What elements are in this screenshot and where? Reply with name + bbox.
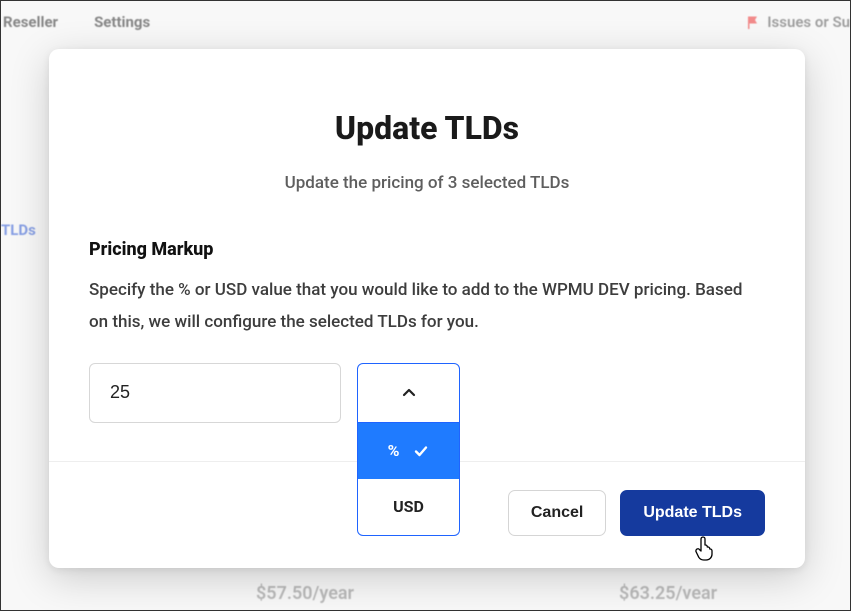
bg-issues-link: Issues or Su	[745, 13, 850, 31]
bg-topbar: Reseller Settings Issues or Su	[1, 1, 850, 43]
update-tlds-button[interactable]: Update TLDs	[620, 490, 765, 536]
dropdown-menu: % USD	[357, 423, 460, 536]
pricing-markup-description: Specify the % or USD value that you woul…	[89, 274, 765, 339]
bg-prices-row: $57.50/year $63.25/vear	[1, 583, 850, 604]
bg-issues-label: Issues or Su	[767, 13, 850, 31]
pricing-markup-label: Pricing Markup	[89, 239, 765, 260]
dropdown-option-percent[interactable]: %	[358, 423, 459, 479]
modal-subtitle: Update the pricing of 3 selected TLDs	[89, 173, 765, 193]
flag-icon	[745, 14, 761, 30]
modal-title: Update TLDs	[89, 109, 765, 147]
bg-price-right: $63.25/vear	[619, 583, 717, 604]
update-tlds-modal: Update TLDs Update the pricing of 3 sele…	[49, 49, 805, 568]
dropdown-option-label: %	[388, 441, 400, 460]
dropdown-toggle[interactable]	[357, 363, 460, 423]
bg-tab-tlds: TLDs	[1, 221, 36, 239]
dropdown-option-label: USD	[393, 497, 424, 516]
bg-nav-reseller: Reseller	[3, 13, 58, 31]
markup-unit-dropdown[interactable]: % USD	[357, 363, 460, 423]
dropdown-option-usd[interactable]: USD	[358, 479, 459, 535]
cancel-button[interactable]: Cancel	[508, 490, 606, 536]
markup-value-input[interactable]	[89, 363, 341, 423]
chevron-up-icon	[401, 385, 417, 401]
markup-inputs-row: % USD	[89, 363, 765, 423]
bg-price-left: $57.50/year	[256, 583, 354, 604]
bg-nav-settings: Settings	[94, 13, 150, 31]
check-icon	[413, 443, 429, 459]
